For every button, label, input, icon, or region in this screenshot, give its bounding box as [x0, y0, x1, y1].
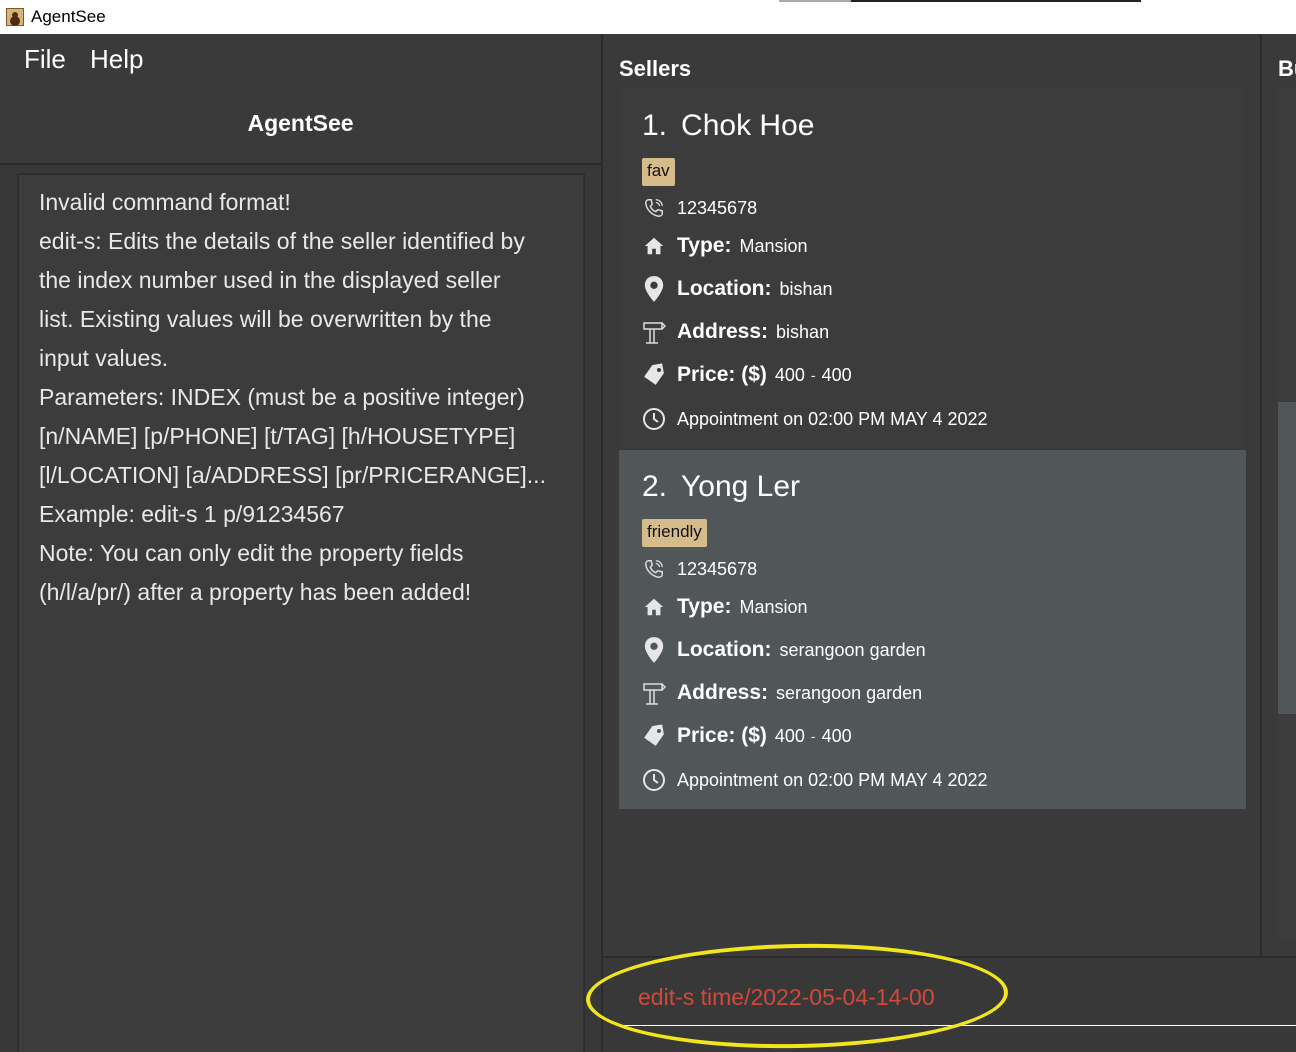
seller-location: serangoon garden: [779, 639, 926, 660]
seller-appointment-row: Appointment on 02:00 PM MAY 4 2022: [641, 765, 988, 795]
seller-index: 2.: [642, 470, 668, 503]
seller-price-max: 400: [821, 364, 852, 385]
seller-appointment: Appointment on 02:00 PM MAY 4 2022: [677, 769, 988, 790]
seller-type: Mansion: [739, 596, 808, 617]
seller-name-text: Chok Hoe: [681, 109, 815, 142]
menu-file[interactable]: File: [24, 44, 66, 75]
menu-help[interactable]: Help: [90, 44, 143, 75]
app-icon: [6, 8, 24, 26]
result-display[interactable]: Invalid command format! edit-s: Edits th…: [17, 173, 585, 1052]
seller-price-row: Price: ($) 400 - 400: [641, 721, 852, 751]
clock-icon: [641, 767, 667, 793]
seller-price-min: 400: [774, 364, 805, 385]
seller-address-row: Address: bishan: [641, 317, 829, 347]
sellers-title: Sellers: [619, 56, 692, 81]
seller-card[interactable]: 1. Chok Hoe fav 12345678 Type: Mansion Lo…: [619, 89, 1246, 448]
address-label: Address:: [677, 320, 769, 343]
price-tag-icon: [641, 723, 667, 749]
result-line: Invalid command format!: [39, 189, 291, 215]
result-display-container: Invalid command format! edit-s: Edits th…: [0, 163, 601, 1052]
result-line: input values.: [39, 345, 169, 371]
signpost-icon: [641, 319, 667, 345]
seller-name-text: Yong Ler: [681, 470, 801, 503]
location-label: Location:: [677, 638, 772, 661]
price-dash: -: [810, 367, 816, 383]
result-line: Example: edit-s 1 p/91234567: [39, 501, 345, 527]
location-label: Location:: [677, 277, 772, 300]
seller-index: 1.: [642, 109, 668, 142]
result-line: list. Existing values will be overwritte…: [39, 306, 492, 332]
price-dash: -: [810, 728, 816, 744]
seller-type-row: Type: Mansion: [641, 231, 808, 261]
home-icon: [641, 233, 667, 259]
seller-card-selected[interactable]: 2. Yong Ler friendly 12345678 Type: Mansi…: [619, 450, 1246, 809]
phone-icon: [641, 195, 667, 221]
app-window: AgentSee File Help AgentSee Invalid comm…: [0, 0, 1296, 1052]
seller-price-max: 400: [821, 725, 852, 746]
title-bar: AgentSee: [0, 0, 1296, 34]
seller-phone-row: 12345678: [641, 193, 757, 223]
seller-phone: 12345678: [677, 197, 758, 218]
result-line: Note: You can only edit the property fie…: [39, 540, 464, 566]
seller-name: 1. Chok Hoe: [642, 109, 814, 143]
type-label: Type:: [677, 595, 732, 618]
seller-tag: friendly: [642, 519, 707, 547]
seller-price-row: Price: ($) 400 - 400: [641, 360, 852, 390]
command-input[interactable]: edit-s time/2022-05-04-14-00: [638, 984, 935, 1011]
seller-price-min: 400: [774, 725, 805, 746]
titlebar-decoration: [779, 0, 851, 2]
seller-type-row: Type: Mansion: [641, 592, 808, 622]
result-line: [n/NAME] [p/PHONE] [t/TAG] [h/HOUSETYPE]: [39, 423, 516, 449]
command-box: edit-s time/2022-05-04-14-00: [601, 956, 1296, 1052]
seller-type: Mansion: [739, 235, 808, 256]
titlebar-decoration: [851, 0, 1141, 2]
phone-icon: [641, 556, 667, 582]
seller-address: bishan: [776, 321, 830, 342]
clock-icon: [641, 406, 667, 432]
price-tag-icon: [641, 362, 667, 388]
seller-appointment: Appointment on 02:00 PM MAY 4 2022: [677, 408, 988, 429]
seller-address: serangoon garden: [776, 682, 923, 703]
app-heading: AgentSee: [247, 110, 354, 136]
location-pin-icon: [641, 276, 667, 302]
type-label: Type:: [677, 234, 732, 257]
address-label: Address:: [677, 681, 769, 704]
seller-address-row: Address: serangoon garden: [641, 678, 922, 708]
seller-appointment-row: Appointment on 02:00 PM MAY 4 2022: [641, 404, 988, 434]
result-line: Parameters: INDEX (must be a positive in…: [39, 384, 525, 410]
command-input-underline: [620, 1025, 1296, 1026]
seller-tag: fav: [642, 158, 675, 186]
left-panel: File Help AgentSee Invalid command forma…: [0, 34, 601, 1052]
seller-location-row: Location: bishan: [641, 274, 833, 304]
signpost-icon: [641, 680, 667, 706]
seller-location: bishan: [779, 278, 833, 299]
result-line: the index number used in the displayed s…: [39, 267, 501, 293]
menu-bar: File Help: [0, 34, 601, 84]
result-line: [l/LOCATION] [a/ADDRESS] [pr/PRICERANGE]…: [39, 462, 546, 488]
window-title: AgentSee: [31, 7, 106, 26]
sellers-panel: Sellers 1. Chok Hoe fav 12345678 Type: Ma…: [601, 34, 1258, 956]
price-label: Price: ($): [677, 363, 767, 386]
price-label: Price: ($): [677, 724, 767, 747]
seller-phone-row: 12345678: [641, 554, 757, 584]
home-icon: [641, 594, 667, 620]
result-line: edit-s: Edits the details of the seller …: [39, 228, 525, 254]
buyers-panel: Bu: [1260, 34, 1296, 956]
buyers-card-partial[interactable]: [1278, 402, 1296, 714]
seller-name: 2. Yong Ler: [642, 470, 800, 504]
result-line: (h/l/a/pr/) after a property has been ad…: [39, 579, 472, 605]
seller-location-row: Location: serangoon garden: [641, 635, 926, 665]
buyers-title: Bu: [1278, 56, 1296, 81]
location-pin-icon: [641, 637, 667, 663]
seller-phone: 12345678: [677, 558, 758, 579]
